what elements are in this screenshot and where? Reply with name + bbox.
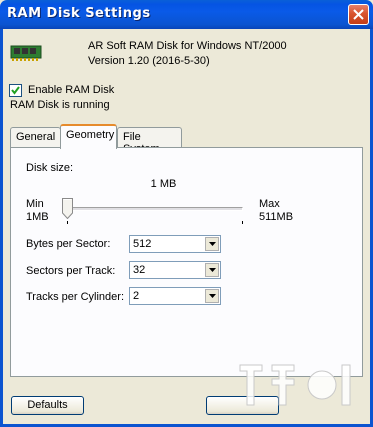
slider-tick-min [67, 221, 68, 224]
status-text: RAM Disk is running [10, 99, 110, 111]
bytes-per-sector-label: Bytes per Sector: [26, 238, 111, 250]
app-version: Version 1.20 (2016-5-30) [88, 55, 210, 67]
enable-ram-disk-checkbox[interactable]: Enable RAM Disk [9, 83, 114, 97]
checkmark-icon [11, 85, 20, 95]
checkbox-box[interactable] [9, 83, 22, 97]
sectors-per-track-select[interactable]: 32 [129, 261, 221, 279]
slider-tick-max [242, 221, 243, 224]
ram-chip-icon [10, 45, 42, 61]
title-bar[interactable]: RAM Disk Settings [0, 0, 373, 29]
tab-file-system[interactable]: File System [117, 127, 182, 155]
close-button[interactable] [348, 4, 369, 25]
tab-geometry[interactable]: Geometry [60, 124, 117, 149]
enable-ram-disk-label: Enable RAM Disk [28, 84, 115, 96]
disk-size-slider-track[interactable] [67, 207, 243, 211]
geometry-panel: Disk size: 1 MB Min 1MB Max 511MB Bytes … [10, 147, 363, 377]
tab-general[interactable]: General [10, 127, 61, 148]
slider-max-label: Max [259, 198, 280, 210]
disk-size-slider-thumb[interactable] [62, 198, 73, 219]
sectors-per-track-label: Sectors per Track: [26, 265, 116, 277]
tracks-per-cylinder-select[interactable]: 2 [129, 287, 221, 305]
disk-size-value: 1 MB [150, 178, 177, 190]
dropdown-button[interactable] [205, 263, 219, 277]
chevron-down-icon [209, 294, 216, 298]
app-name: AR Soft RAM Disk for Windows NT/2000 [88, 40, 287, 52]
slider-min-value: 1MB [26, 211, 49, 223]
slider-min-label: Min [26, 198, 44, 210]
dropdown-button[interactable] [205, 289, 219, 303]
tracks-per-cylinder-value: 2 [133, 290, 140, 302]
disk-size-label: Disk size: [26, 162, 74, 174]
sectors-per-track-value: 32 [133, 264, 146, 276]
watermark-logo [239, 364, 351, 406]
chevron-down-icon [209, 242, 216, 246]
dropdown-button[interactable] [205, 237, 219, 251]
slider-max-value: 511MB [259, 211, 294, 223]
bytes-per-sector-value: 512 [133, 238, 152, 250]
tracks-per-cylinder-label: Tracks per Cylinder: [26, 291, 125, 303]
chevron-down-icon [209, 268, 216, 272]
window-title: RAM Disk Settings [7, 6, 151, 21]
defaults-button[interactable]: Defaults [11, 396, 84, 415]
close-icon [353, 9, 364, 20]
bytes-per-sector-select[interactable]: 512 [129, 235, 221, 253]
